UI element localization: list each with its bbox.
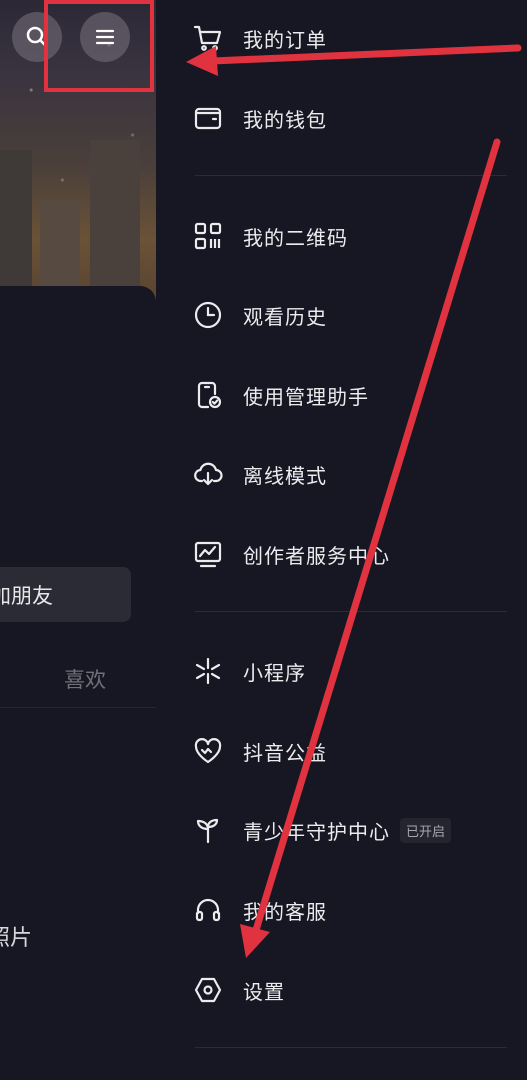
tab-likes[interactable]: 喜欢 (64, 664, 106, 694)
clock-icon (193, 300, 223, 330)
hexagon-settings-icon (193, 975, 223, 1005)
menu-item-label: 我的订单 (243, 27, 327, 52)
menu-item-my-orders[interactable]: 我的订单 (156, 14, 527, 62)
chart-monitor-icon (193, 539, 223, 569)
menu-item-label: 我的钱包 (243, 107, 327, 132)
menu-item-creator-center[interactable]: 创作者服务中心 (156, 530, 527, 578)
qrcode-icon (193, 221, 223, 251)
cart-icon (193, 23, 223, 53)
menu-item-label: 我的客服 (243, 899, 327, 924)
banner-building (90, 140, 140, 300)
menu-item-label: 创作者服务中心 (243, 543, 390, 568)
banner-building (40, 200, 80, 300)
divider (195, 611, 507, 612)
menu-item-customer-service[interactable]: 我的客服 (156, 886, 527, 934)
status-badge: 已开启 (400, 817, 452, 843)
asterisk-icon (193, 656, 223, 686)
annotation-highlight-box (44, 0, 154, 92)
cloud-download-icon (193, 459, 223, 489)
sprout-icon (193, 815, 223, 845)
headset-icon (193, 895, 223, 925)
menu-item-mini-programs[interactable]: 小程序 (156, 647, 527, 695)
menu-item-label: 离线模式 (243, 463, 327, 488)
menu-item-offline-mode[interactable]: 离线模式 (156, 450, 527, 498)
divider (195, 175, 507, 176)
menu-item-usage-assistant[interactable]: 使用管理助手 (156, 371, 527, 419)
menu-item-settings[interactable]: 设置 (156, 966, 527, 1014)
menu-item-label: 设置 (243, 979, 285, 1004)
side-drawer-menu: 我的订单 我的钱包 我的二维码 观看历史 使用管理助手 离线模式 创作者服务中心… (156, 0, 527, 1080)
menu-item-my-wallet[interactable]: 我的钱包 (156, 94, 527, 142)
profile-page-background: 加朋友 喜欢 照片 (0, 0, 156, 1080)
menu-item-public-welfare[interactable]: 抖音公益 (156, 727, 527, 775)
menu-item-label: 抖音公益 (243, 740, 327, 765)
divider (0, 707, 156, 708)
menu-item-label: 使用管理助手 (243, 384, 369, 409)
add-friend-label: 加朋友 (0, 583, 53, 608)
menu-item-label: 青少年守护中心 (243, 819, 390, 844)
banner-building (0, 150, 32, 300)
menu-item-label: 我的二维码 (243, 225, 348, 250)
heart-icon (193, 736, 223, 766)
add-friend-button[interactable]: 加朋友 (0, 567, 131, 622)
divider (195, 1047, 507, 1048)
menu-item-label: 小程序 (243, 660, 306, 685)
menu-item-watch-history[interactable]: 观看历史 (156, 291, 527, 339)
photos-label: 照片 (0, 926, 33, 951)
phone-check-icon (193, 380, 223, 410)
menu-item-youth-guardian[interactable]: 青少年守护中心 已开启 (156, 806, 527, 854)
menu-item-my-qrcode[interactable]: 我的二维码 (156, 212, 527, 260)
menu-item-label: 观看历史 (243, 304, 327, 329)
wallet-icon (193, 103, 223, 133)
